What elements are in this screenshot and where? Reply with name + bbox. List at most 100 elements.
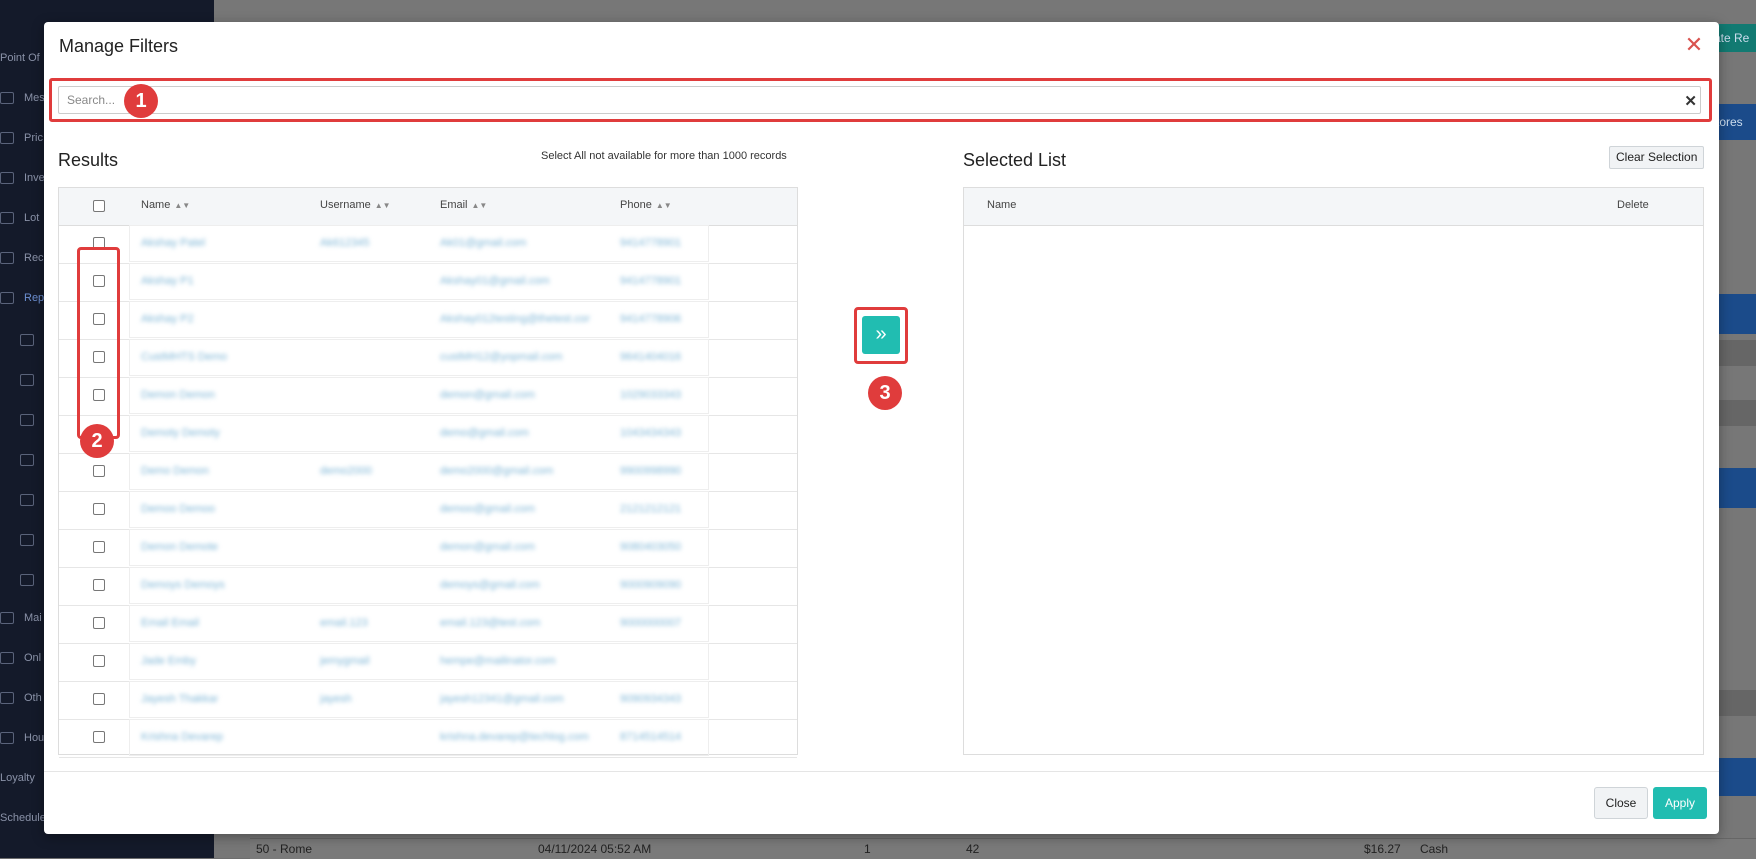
cell-name: Krishna Devarep [141, 731, 223, 743]
cell-phone: 1029033343 [620, 389, 682, 401]
house-icon [0, 732, 14, 745]
table-row[interactable]: Demon Demote demon@gmail.com 9080403050 [59, 529, 797, 568]
cell-name: Akshay P2 [141, 313, 194, 325]
bg-datetime: 04/11/2024 05:52 AM [538, 842, 652, 856]
cell-phone: 2121212121 [620, 503, 682, 515]
background-sidebar-item: Loyalty [0, 772, 35, 784]
column-header-username[interactable]: Username ▲▼ [320, 199, 391, 211]
select-all-checkbox[interactable] [93, 200, 105, 212]
cell-name: Demon Demon [141, 389, 215, 401]
cell-email: demon@gmail.com [440, 389, 535, 401]
cell-email: Akshay01@gmail.com [440, 275, 550, 287]
row-checkbox[interactable] [93, 617, 105, 629]
clear-search-icon[interactable]: ✕ [1684, 92, 1697, 110]
report-sub-icon [20, 494, 44, 507]
results-table: Name ▲▼ Username ▲▼ Email ▲▼ Phone ▲▼ Akshay… [58, 187, 798, 758]
row-checkbox[interactable] [93, 579, 105, 591]
cell-phone: 9414778901 [620, 237, 682, 249]
bg-amount: $16.27 [1364, 842, 1401, 856]
wrench-icon [0, 612, 14, 625]
select-all-note: Select All not available for more than 1… [541, 150, 787, 162]
table-row[interactable]: Akshay P2 Akshay012testing@thetest.com 941… [59, 301, 797, 340]
report-sub-icon [20, 374, 44, 387]
cell-email: demo2000@gmail.com [440, 465, 554, 477]
modal-title: Manage Filters [59, 36, 179, 56]
add-to-selected-button[interactable]: » [862, 316, 900, 354]
footer-divider [44, 771, 1719, 772]
table-row[interactable]: Demoo Demoo demoo@gmail.com 2121212121 [59, 491, 797, 530]
background-table-row: 50 - Rome 04/11/2024 05:52 AM 1 42 $16.2… [250, 838, 1756, 859]
manage-filters-modal: Manage Filters ✕ ✕ 1 Results Select All … [44, 22, 1719, 834]
message-icon [0, 92, 14, 105]
background-sidebar-item: Mai [0, 612, 42, 625]
cell-username: demo2000 [320, 465, 372, 477]
cell-email: demoo@gmail.com [440, 503, 535, 515]
clear-selection-button[interactable]: Clear Selection [1609, 146, 1705, 169]
bg-store: 50 - Rome [256, 842, 313, 856]
row-checkbox[interactable] [93, 655, 105, 667]
table-row[interactable]: Akshay Patel Ak612345 Ak01@gmail.com 941477… [59, 225, 797, 264]
row-checkbox[interactable] [93, 541, 105, 553]
column-header-name[interactable]: Name ▲▼ [141, 199, 190, 211]
cell-email: demo@gmail.com [440, 427, 529, 439]
background-sidebar-item: Lot [0, 212, 39, 225]
cell-phone: 8714514514 [620, 731, 682, 743]
table-row[interactable]: Krishna Devarep krishna.devarep@techlog.c… [59, 719, 797, 758]
cell-email: demoys@gmail.com [440, 579, 540, 591]
background-sidebar-item: Oth [0, 692, 42, 705]
table-row[interactable]: Demoty Demoty demo@gmail.com 1043434343 [59, 415, 797, 454]
cell-email: jayesh12341@gmail.com [440, 693, 564, 705]
table-row[interactable]: CustMHTS Demo custMH12@yopmail.com 9641404… [59, 339, 797, 378]
cell-phone: 9641404016 [620, 351, 682, 363]
table-row[interactable]: Demon Demon demon@gmail.com 1029033343 [59, 377, 797, 416]
close-icon[interactable]: ✕ [1683, 34, 1705, 56]
cell-phone: 9090934343 [620, 693, 682, 705]
cell-name: Demoty Demoty [141, 427, 220, 439]
table-row[interactable]: Jayesh Thakkar jayesh jayesh12341@gmail.co… [59, 681, 797, 720]
report-sub-icon [20, 334, 44, 347]
table-row[interactable]: Email Email email.123 email.123@test.com 90… [59, 605, 797, 644]
cell-email: krishna.devarep@techlog.com [440, 731, 589, 743]
chart-icon [0, 292, 14, 305]
cell-name: Demo Demon [141, 465, 209, 477]
row-checkbox[interactable] [93, 731, 105, 743]
cell-phone: 9080403050 [620, 541, 682, 553]
background-sidebar-item: Point Of [0, 52, 40, 64]
cell-phone: 9414778906 [620, 313, 682, 325]
search-input[interactable] [58, 86, 1701, 114]
inventory-icon [0, 172, 14, 185]
column-header-email[interactable]: Email ▲▼ [440, 199, 487, 211]
bg-num: 42 [966, 842, 980, 856]
background-sidebar-item: Mes [0, 92, 45, 105]
row-checkbox[interactable] [93, 503, 105, 515]
row-checkbox[interactable] [93, 465, 105, 477]
cell-username: jayesh [320, 693, 352, 705]
background-sidebar-item: Onl [0, 652, 41, 665]
close-button[interactable]: Close [1594, 787, 1648, 819]
report-sub-icon [20, 454, 44, 467]
row-checkbox[interactable] [93, 693, 105, 705]
table-row[interactable]: Demoys Demoys demoys@gmail.com 9000909090 [59, 567, 797, 606]
callout-badge: 1 [124, 84, 158, 118]
cell-name: Akshay Patel [141, 237, 206, 249]
report-sub-icon [20, 414, 44, 427]
sort-icon: ▲▼ [374, 201, 391, 210]
results-table-header: Name ▲▼ Username ▲▼ Email ▲▼ Phone ▲▼ [59, 188, 797, 226]
table-row[interactable]: Akshay P1 Akshay01@gmail.com 9414778901 [59, 263, 797, 302]
cell-username: email.123 [320, 617, 368, 629]
cell-email: Ak01@gmail.com [440, 237, 527, 249]
cell-email: email.123@test.com [440, 617, 541, 629]
table-row[interactable]: Demo Demon demo2000 demo2000@gmail.com 9900… [59, 453, 797, 492]
column-header-phone[interactable]: Phone ▲▼ [620, 199, 672, 211]
sort-icon: ▲▼ [174, 201, 191, 210]
report-sub-icon [20, 574, 44, 587]
column-header-name: Name [987, 199, 1017, 211]
table-row[interactable]: Jade Emby jemygmail hempe@mailinator.com [59, 643, 797, 682]
cell-email: Akshay012testing@thetest.com [440, 313, 590, 325]
row-cell-area [129, 643, 709, 680]
background-sidebar-item: Hou [0, 732, 44, 745]
apply-button[interactable]: Apply [1653, 787, 1707, 819]
cell-username: jemygmail [320, 655, 370, 667]
selected-table-header: Name Delete [964, 188, 1703, 226]
bag-icon [0, 652, 14, 665]
